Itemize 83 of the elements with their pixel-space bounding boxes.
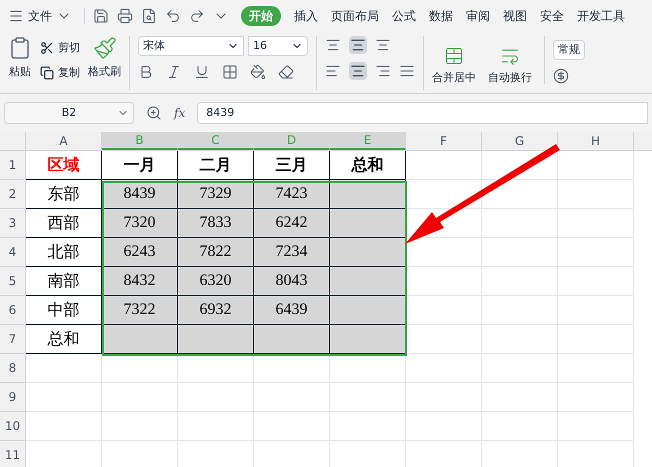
- table-cell: 6932: [178, 296, 254, 325]
- table-cell: 7234: [254, 238, 330, 267]
- cut-button[interactable]: 剪切: [40, 40, 80, 56]
- justify-icon[interactable]: [399, 63, 415, 79]
- table-cell: 7329: [178, 180, 254, 209]
- ribbon-tab[interactable]: 数据: [429, 7, 453, 25]
- header-cell: 区域: [26, 151, 102, 180]
- table-cell: 7320: [102, 209, 178, 238]
- align-middle-icon[interactable]: [349, 36, 367, 54]
- row-header[interactable]: 5: [0, 267, 26, 296]
- borders-icon[interactable]: [222, 64, 238, 80]
- table-cell: 7833: [178, 209, 254, 238]
- row-header[interactable]: 11: [0, 441, 26, 467]
- table-cell: 东部: [26, 180, 102, 209]
- italic-icon[interactable]: [166, 64, 182, 80]
- table-cell: 6439: [254, 296, 330, 325]
- header-cell: 总和: [330, 151, 406, 180]
- copy-button[interactable]: 复制: [40, 64, 80, 81]
- table-cell: 7322: [102, 296, 178, 325]
- table-cell: 8439: [102, 180, 178, 209]
- row-header[interactable]: 6: [0, 296, 26, 325]
- row-header[interactable]: 7: [0, 325, 26, 354]
- number-format-dropdown[interactable]: 常规: [553, 40, 585, 60]
- table-cell: 6243: [102, 238, 178, 267]
- formula-field[interactable]: 8439: [197, 102, 648, 124]
- row-header[interactable]: 2: [0, 180, 26, 209]
- ribbon-tab[interactable]: 审阅: [466, 7, 490, 25]
- font-name-dropdown[interactable]: 宋体: [138, 36, 244, 56]
- paintbrush-icon[interactable]: [92, 36, 116, 60]
- currency-icon[interactable]: [553, 68, 569, 84]
- file-menu[interactable]: 文件: [28, 7, 52, 25]
- name-box[interactable]: B2: [4, 102, 134, 124]
- undo-icon[interactable]: [165, 8, 181, 24]
- ribbon-tab[interactable]: 页面布局: [331, 7, 379, 25]
- header-cell: 一月: [102, 151, 178, 180]
- ribbon-tab[interactable]: 公式: [392, 7, 416, 25]
- fill-color-icon[interactable]: [250, 64, 266, 80]
- align-left-icon[interactable]: [325, 63, 341, 79]
- redo-icon[interactable]: [189, 8, 205, 24]
- row-header[interactable]: 9: [0, 383, 26, 412]
- menu-icon[interactable]: [8, 8, 24, 24]
- print-preview-icon[interactable]: [141, 8, 157, 24]
- save-icon[interactable]: [93, 8, 109, 24]
- underline-icon[interactable]: [194, 64, 210, 80]
- table-cell: 南部: [26, 267, 102, 296]
- eraser-icon[interactable]: [278, 64, 294, 80]
- header-cell: 二月: [178, 151, 254, 180]
- font-size-dropdown[interactable]: 16: [248, 36, 308, 56]
- table-cell: 7423: [254, 180, 330, 209]
- copy-icon: [40, 66, 54, 80]
- table-cell: 中部: [26, 296, 102, 325]
- table-cell: 北部: [26, 238, 102, 267]
- row-header[interactable]: 8: [0, 354, 26, 383]
- table-cell: 西部: [26, 209, 102, 238]
- table-cell: 6242: [254, 209, 330, 238]
- table-cell: 8043: [254, 267, 330, 296]
- fx-label: fx: [174, 105, 186, 122]
- merge-center-button[interactable]: 合并居中: [432, 70, 476, 86]
- row-header[interactable]: 3: [0, 209, 26, 238]
- table-cell: 8432: [102, 267, 178, 296]
- ribbon-tab[interactable]: 安全: [540, 7, 564, 25]
- align-bottom-icon[interactable]: [375, 37, 391, 53]
- paste-button[interactable]: 粘贴: [9, 64, 31, 80]
- align-center-icon[interactable]: [349, 62, 367, 80]
- wrap-text-button[interactable]: 自动换行: [488, 70, 532, 86]
- zoom-icon[interactable]: [146, 105, 162, 121]
- scissors-icon: [40, 41, 54, 56]
- row-header[interactable]: 4: [0, 238, 26, 267]
- table-cell: 7822: [178, 238, 254, 267]
- table-cell: 总和: [26, 325, 102, 354]
- ribbon-tab[interactable]: 开发工具: [577, 7, 625, 25]
- ribbon-tab[interactable]: 插入: [294, 7, 318, 25]
- format-painter-button[interactable]: 格式刷: [88, 64, 121, 80]
- ribbon-tab[interactable]: 视图: [503, 7, 527, 25]
- row-header[interactable]: 10: [0, 412, 26, 441]
- print-icon[interactable]: [117, 8, 133, 24]
- column-header[interactable]: F: [406, 132, 482, 150]
- align-right-icon[interactable]: [375, 63, 391, 79]
- row-header[interactable]: 1: [0, 151, 26, 180]
- merge-icon[interactable]: [444, 46, 464, 66]
- header-cell: 三月: [254, 151, 330, 180]
- align-top-icon[interactable]: [325, 37, 341, 53]
- table-cell: 6320: [178, 267, 254, 296]
